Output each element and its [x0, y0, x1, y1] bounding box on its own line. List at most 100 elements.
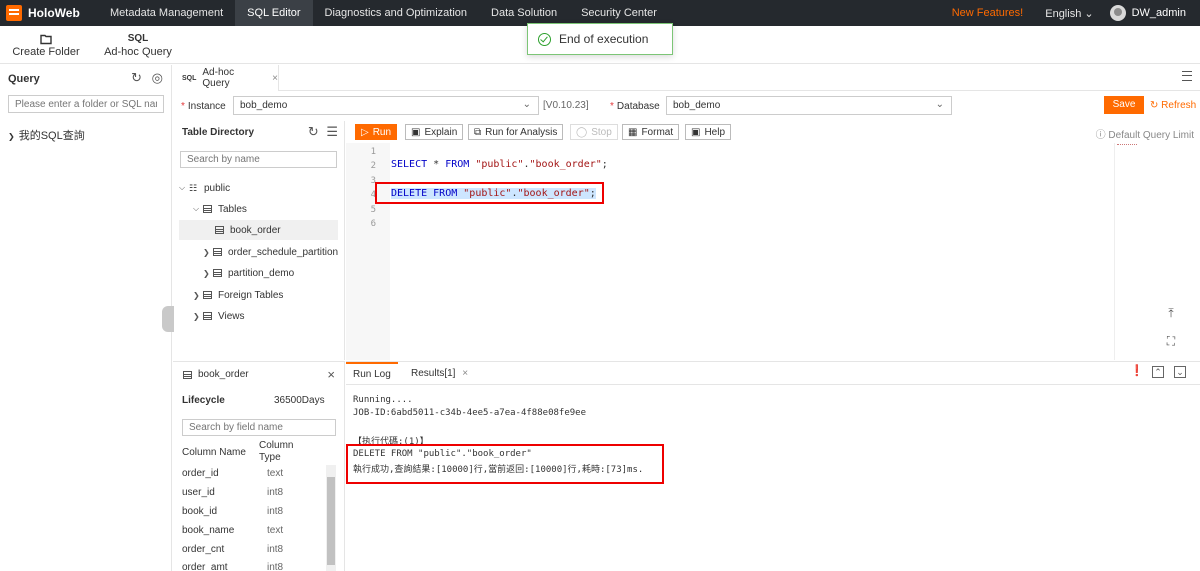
language-selector[interactable]: English ⌄: [1045, 7, 1093, 20]
nav-sql-editor[interactable]: SQL Editor: [235, 0, 313, 26]
my-sql-folder[interactable]: ❯ 我的SQL查詢: [8, 127, 85, 143]
code-line-2: SELECT * FROM "public"."book_order";: [391, 159, 608, 170]
highlight-box: [375, 182, 604, 204]
database-label-text: Database: [616, 101, 660, 112]
tab-run-log[interactable]: Run Log: [346, 362, 398, 385]
table-label: partition_demo: [228, 267, 295, 279]
column-name-header: Column Name: [182, 447, 246, 458]
explain-button[interactable]: ▣ Explain: [405, 124, 464, 140]
table-directory-title: Table Directory: [182, 127, 255, 138]
tree-table-book-order[interactable]: book_order: [179, 220, 338, 240]
tree-views[interactable]: ❯ Views: [193, 306, 245, 326]
new-features-link[interactable]: New Features!: [952, 7, 1024, 19]
column-name: book_name: [182, 525, 235, 536]
field-search-input[interactable]: [182, 419, 336, 436]
result-highlight-box: [346, 444, 664, 484]
run-analysis-button[interactable]: ⧉ Run for Analysis: [468, 124, 564, 140]
scrollbar-thumb[interactable]: [327, 477, 335, 565]
analysis-icon: ⧉: [474, 126, 482, 138]
refresh-button[interactable]: ↻ Refresh: [1150, 100, 1196, 111]
database-select[interactable]: bob_demo ⌄: [666, 96, 952, 115]
run-button[interactable]: ▷ Run: [355, 124, 398, 140]
instance-row: * Instance bob_demo ⌄ [V0.10.23] * Databas…: [173, 92, 1200, 120]
default-query-limit[interactable]: ⓘ Default Query Limit: [1096, 126, 1194, 141]
info-icon: ⓘ: [1095, 130, 1106, 141]
log-running: Running....: [353, 395, 413, 405]
refresh-label: Refresh: [1161, 100, 1197, 111]
nav-diagnostics[interactable]: Diagnostics and Optimization: [313, 0, 479, 26]
run-analysis-label: Run for Analysis: [485, 126, 558, 138]
chevron-right-icon: ❯: [8, 132, 15, 141]
format-button[interactable]: ▦ Format: [622, 124, 680, 140]
chevron-down-icon: ⌄: [1084, 7, 1094, 20]
tree-table-partition-demo[interactable]: ❯ partition_demo: [203, 263, 294, 283]
stop-icon: ◯: [576, 126, 588, 138]
stop-button[interactable]: ◯ Stop: [570, 124, 618, 140]
play-icon: ▷: [361, 126, 369, 138]
query-title: Query: [8, 73, 40, 85]
folder-search-input[interactable]: [8, 95, 164, 113]
pin-icon[interactable]: ❗: [1130, 366, 1144, 378]
refresh-icon[interactable]: ↻: [308, 124, 319, 139]
run-log-output: Running.... JOB-ID:6abd5011-c34b-4ee5-a7…: [346, 386, 1200, 571]
line-number: 2: [370, 161, 376, 171]
stop-label: Stop: [591, 126, 612, 138]
table-detail-panel: book_order × Lifecycle 36500Days Column …: [173, 361, 345, 571]
save-button[interactable]: Save: [1104, 96, 1144, 114]
tree-table-order-schedule[interactable]: ❯ order_schedule_partition: [203, 242, 338, 262]
user-avatar[interactable]: [1109, 5, 1126, 21]
tab-adhoc-query[interactable]: SQL Ad-hoc Query ×: [173, 65, 279, 91]
app-logo[interactable]: HoloWeb: [0, 5, 96, 21]
scroll-top-icon[interactable]: ⤒: [1161, 303, 1181, 323]
instance-select[interactable]: bob_demo ⌄: [233, 96, 539, 115]
adhoc-query-button[interactable]: SQL Ad-hoc Query: [92, 26, 184, 63]
close-tab-icon[interactable]: ×: [462, 368, 468, 379]
tree-tables-group[interactable]: ⌵ Tables: [193, 199, 247, 219]
user-name[interactable]: DW_admin: [1132, 7, 1186, 19]
chevron-down-icon: ⌵: [179, 183, 186, 192]
fullscreen-icon[interactable]: ⛶: [1161, 331, 1181, 351]
instance-version: [V0.10.23]: [543, 100, 589, 111]
refresh-icon[interactable]: ↻: [131, 70, 142, 85]
columns-scrollbar[interactable]: [326, 465, 336, 571]
table-icon: [213, 248, 222, 256]
editor-minimap[interactable]: [1114, 143, 1200, 360]
target-icon[interactable]: ◎: [152, 70, 163, 85]
lifecycle-label: Lifecycle: [182, 395, 225, 406]
sql-editor[interactable]: 1 2 3 4 5 6 SELECT * FROM "public"."book…: [346, 143, 1200, 360]
default-limit-label: Default Query Limit: [1108, 130, 1194, 141]
list-icon[interactable]: ☰: [326, 124, 338, 139]
create-folder-button[interactable]: Create Folder: [0, 26, 92, 63]
folder-icon: [40, 34, 52, 44]
app-name: HoloWeb: [28, 6, 80, 20]
run-label: Run: [372, 126, 392, 138]
close-icon[interactable]: ×: [327, 367, 335, 382]
editor-toolbar: ▷ Run ▣ Explain ⧉ Run for Analysis ◯ Stop ▦ F…: [346, 121, 1200, 143]
menu-icon[interactable]: [1182, 71, 1192, 81]
foreign-tables-label: Foreign Tables: [218, 289, 284, 301]
log-tabbar: Run Log Results[1] × ❗ ⌃ ⌄: [346, 361, 1200, 385]
tab-label: Ad-hoc Query: [202, 67, 235, 89]
views-label: Views: [218, 310, 245, 322]
line-number: 4: [370, 190, 376, 200]
tree-foreign-tables[interactable]: ❯ Foreign Tables: [193, 285, 283, 305]
explain-label: Explain: [424, 126, 458, 138]
tree-schema-public[interactable]: ⌵ ☷ public: [179, 178, 230, 198]
help-button[interactable]: ▣ Help: [685, 124, 732, 140]
tab-results[interactable]: Results[1] ×: [404, 362, 475, 385]
column-name: order_id: [182, 468, 219, 479]
my-sql-label: 我的SQL查詢: [18, 130, 85, 142]
schema-icon: ☷: [189, 182, 198, 193]
maximize-icon[interactable]: ⌃: [1152, 366, 1164, 378]
instance-label: * Instance: [181, 101, 226, 112]
table-icon: [203, 291, 212, 299]
toast-message: End of execution: [559, 32, 649, 46]
schema-label: public: [204, 182, 231, 194]
nav-metadata-management[interactable]: Metadata Management: [98, 0, 235, 26]
close-tab-icon[interactable]: ×: [272, 73, 278, 84]
table-icon: [183, 370, 192, 379]
table-icon: [213, 269, 222, 277]
table-search-input[interactable]: [180, 151, 337, 168]
column-type: text: [267, 468, 284, 479]
minimize-icon[interactable]: ⌄: [1174, 366, 1186, 378]
